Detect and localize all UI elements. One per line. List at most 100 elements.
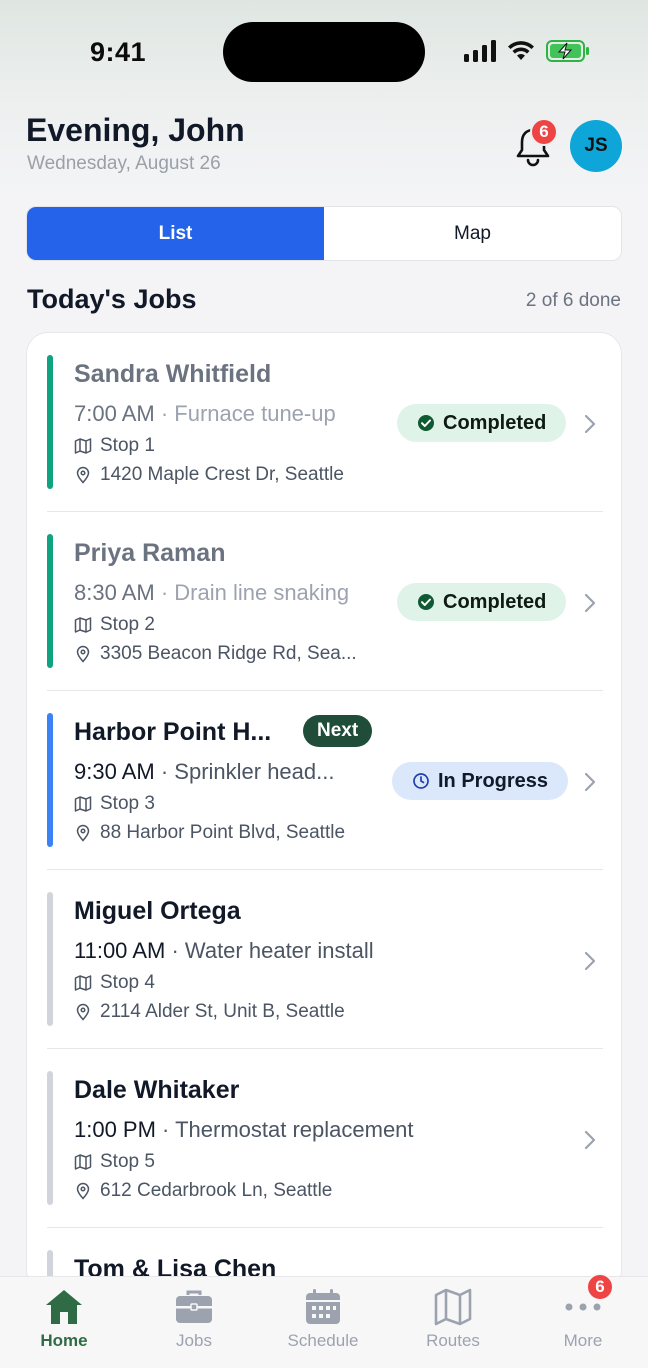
- map-icon: [74, 617, 92, 633]
- job-stop: Stop 2: [74, 614, 155, 636]
- status-bar-indicator: [47, 713, 53, 847]
- job-service: Sprinkler head...: [174, 759, 335, 784]
- job-address: 3305 Beacon Ridge Rd, Sea...: [74, 643, 357, 665]
- job-item[interactable]: Sandra Whitfield 7:00 AM · Furnace tune-…: [47, 333, 603, 512]
- location-pin-icon: [76, 645, 90, 663]
- job-time: 7:00 AM: [74, 401, 155, 426]
- job-stop: Stop 3: [74, 793, 155, 815]
- chevron-right-icon: [584, 414, 596, 434]
- status-label: Completed: [443, 411, 547, 434]
- chevron-right-icon: [584, 772, 596, 792]
- job-time-service: 1:00 PM · Thermostat replacement: [74, 1117, 414, 1142]
- battery-charging-icon: [546, 40, 589, 62]
- job-stop-label: Stop 1: [100, 435, 155, 456]
- tab-schedule[interactable]: Schedule: [268, 1277, 378, 1368]
- status-label: In Progress: [438, 769, 549, 792]
- view-toggle: List Map: [26, 206, 622, 261]
- job-service: Drain line snaking: [174, 580, 350, 605]
- status-bar-indicator: [47, 1071, 53, 1205]
- job-stop: Stop 1: [74, 435, 155, 457]
- next-badge: Next: [303, 715, 373, 747]
- briefcase-icon: [176, 1290, 212, 1323]
- more-icon: [565, 1303, 601, 1311]
- job-time-service: 11:00 AM · Water heater install: [74, 938, 374, 963]
- job-customer: Priya Raman: [74, 539, 226, 567]
- check-circle-icon: [418, 415, 434, 431]
- job-customer: Harbor Point H...: [74, 718, 272, 746]
- location-pin-icon: [76, 466, 90, 484]
- home-icon: [46, 1290, 82, 1324]
- map-icon: [434, 1288, 472, 1326]
- tab-label: Home: [40, 1331, 88, 1350]
- chevron-right-icon: [584, 593, 596, 613]
- job-customer: Dale Whitaker: [74, 1076, 240, 1104]
- tab-routes[interactable]: Routes: [398, 1277, 508, 1368]
- status-badge: Completed: [397, 404, 567, 442]
- chevron-right-icon: [584, 951, 596, 971]
- job-item[interactable]: Miguel Ortega 11:00 AM · Water heater in…: [47, 870, 603, 1049]
- job-stop: Stop 4: [74, 972, 155, 994]
- tab-label: More: [563, 1331, 603, 1350]
- job-service: Water heater install: [184, 938, 374, 963]
- greeting-title: Evening, John: [26, 112, 245, 148]
- notifications-badge: 6: [530, 118, 558, 146]
- job-stop-label: Stop 3: [100, 793, 155, 814]
- status-bar: 9:41: [0, 0, 648, 100]
- job-address-label: 2114 Alder St, Unit B, Seattle: [100, 1001, 345, 1022]
- status-bar-indicator: [47, 355, 53, 489]
- calendar-icon: [306, 1289, 340, 1324]
- check-circle-icon: [418, 594, 434, 610]
- location-pin-icon: [76, 1003, 90, 1021]
- map-icon: [74, 438, 92, 454]
- job-stop: Stop 5: [74, 1151, 155, 1173]
- job-time-service: 9:30 AM · Sprinkler head...: [74, 759, 335, 784]
- wifi-icon: [508, 41, 534, 60]
- tab-jobs[interactable]: Jobs: [139, 1277, 249, 1368]
- job-address: 1420 Maple Crest Dr, Seattle: [74, 464, 344, 486]
- location-pin-icon: [76, 824, 90, 842]
- status-bar-indicator: [47, 534, 53, 668]
- tab-home[interactable]: Home: [9, 1277, 119, 1368]
- job-address-label: 88 Harbor Point Blvd, Seattle: [100, 822, 346, 843]
- chevron-right-icon: [584, 1130, 596, 1150]
- job-address: 88 Harbor Point Blvd, Seattle: [74, 822, 345, 844]
- job-time: 8:30 AM: [74, 580, 155, 605]
- status-badge: Completed: [397, 583, 567, 621]
- job-customer: Sandra Whitfield: [74, 360, 272, 388]
- jobs-progress: 2 of 6 done: [525, 290, 621, 311]
- more-badge: 6: [586, 1273, 614, 1301]
- tab-label: Schedule: [287, 1331, 359, 1350]
- job-address-label: 3305 Beacon Ridge Rd, Sea...: [100, 643, 357, 664]
- job-stop-label: Stop 5: [100, 1151, 155, 1172]
- list-view-tab[interactable]: List: [27, 207, 324, 260]
- job-address-label: 1420 Maple Crest Dr, Seattle: [100, 464, 344, 485]
- map-icon: [74, 975, 92, 991]
- job-address-label: 612 Cedarbrook Ln, Seattle: [100, 1180, 333, 1201]
- jobs-list: Sandra Whitfield 7:00 AM · Furnace tune-…: [26, 332, 622, 1292]
- status-time: 9:41: [90, 37, 147, 67]
- job-time-service: 8:30 AM · Drain line snaking: [74, 580, 350, 605]
- status-label: Completed: [443, 590, 547, 613]
- job-address: 612 Cedarbrook Ln, Seattle: [74, 1180, 332, 1202]
- status-bar-indicator: [47, 892, 53, 1026]
- tab-label: Routes: [426, 1331, 480, 1350]
- tab-bar: Home Jobs Schedule Routes More: [0, 1276, 648, 1368]
- job-service: Furnace tune-up: [174, 401, 336, 426]
- signal-icon: [464, 40, 496, 62]
- job-stop-label: Stop 4: [100, 972, 155, 993]
- avatar[interactable]: JS: [570, 120, 622, 172]
- job-item[interactable]: Dale Whitaker 1:00 PM · Thermostat repla…: [47, 1049, 603, 1228]
- job-time: 9:30 AM: [74, 759, 155, 784]
- dynamic-island: [223, 22, 425, 82]
- map-view-tab[interactable]: Map: [324, 207, 621, 260]
- status-badge: In Progress: [392, 762, 569, 800]
- date-subtitle: Wednesday, August 26: [27, 153, 221, 174]
- job-time: 11:00 AM: [74, 938, 166, 963]
- map-icon: [74, 796, 92, 812]
- tab-label: Jobs: [176, 1331, 212, 1350]
- map-icon: [74, 1154, 92, 1170]
- job-item[interactable]: Priya Raman 8:30 AM · Drain line snaking…: [47, 512, 603, 691]
- status-icons: [464, 40, 590, 62]
- tab-more[interactable]: More: [528, 1277, 638, 1368]
- job-item[interactable]: Harbor Point H... Next 9:30 AM · Sprinkl…: [47, 691, 603, 870]
